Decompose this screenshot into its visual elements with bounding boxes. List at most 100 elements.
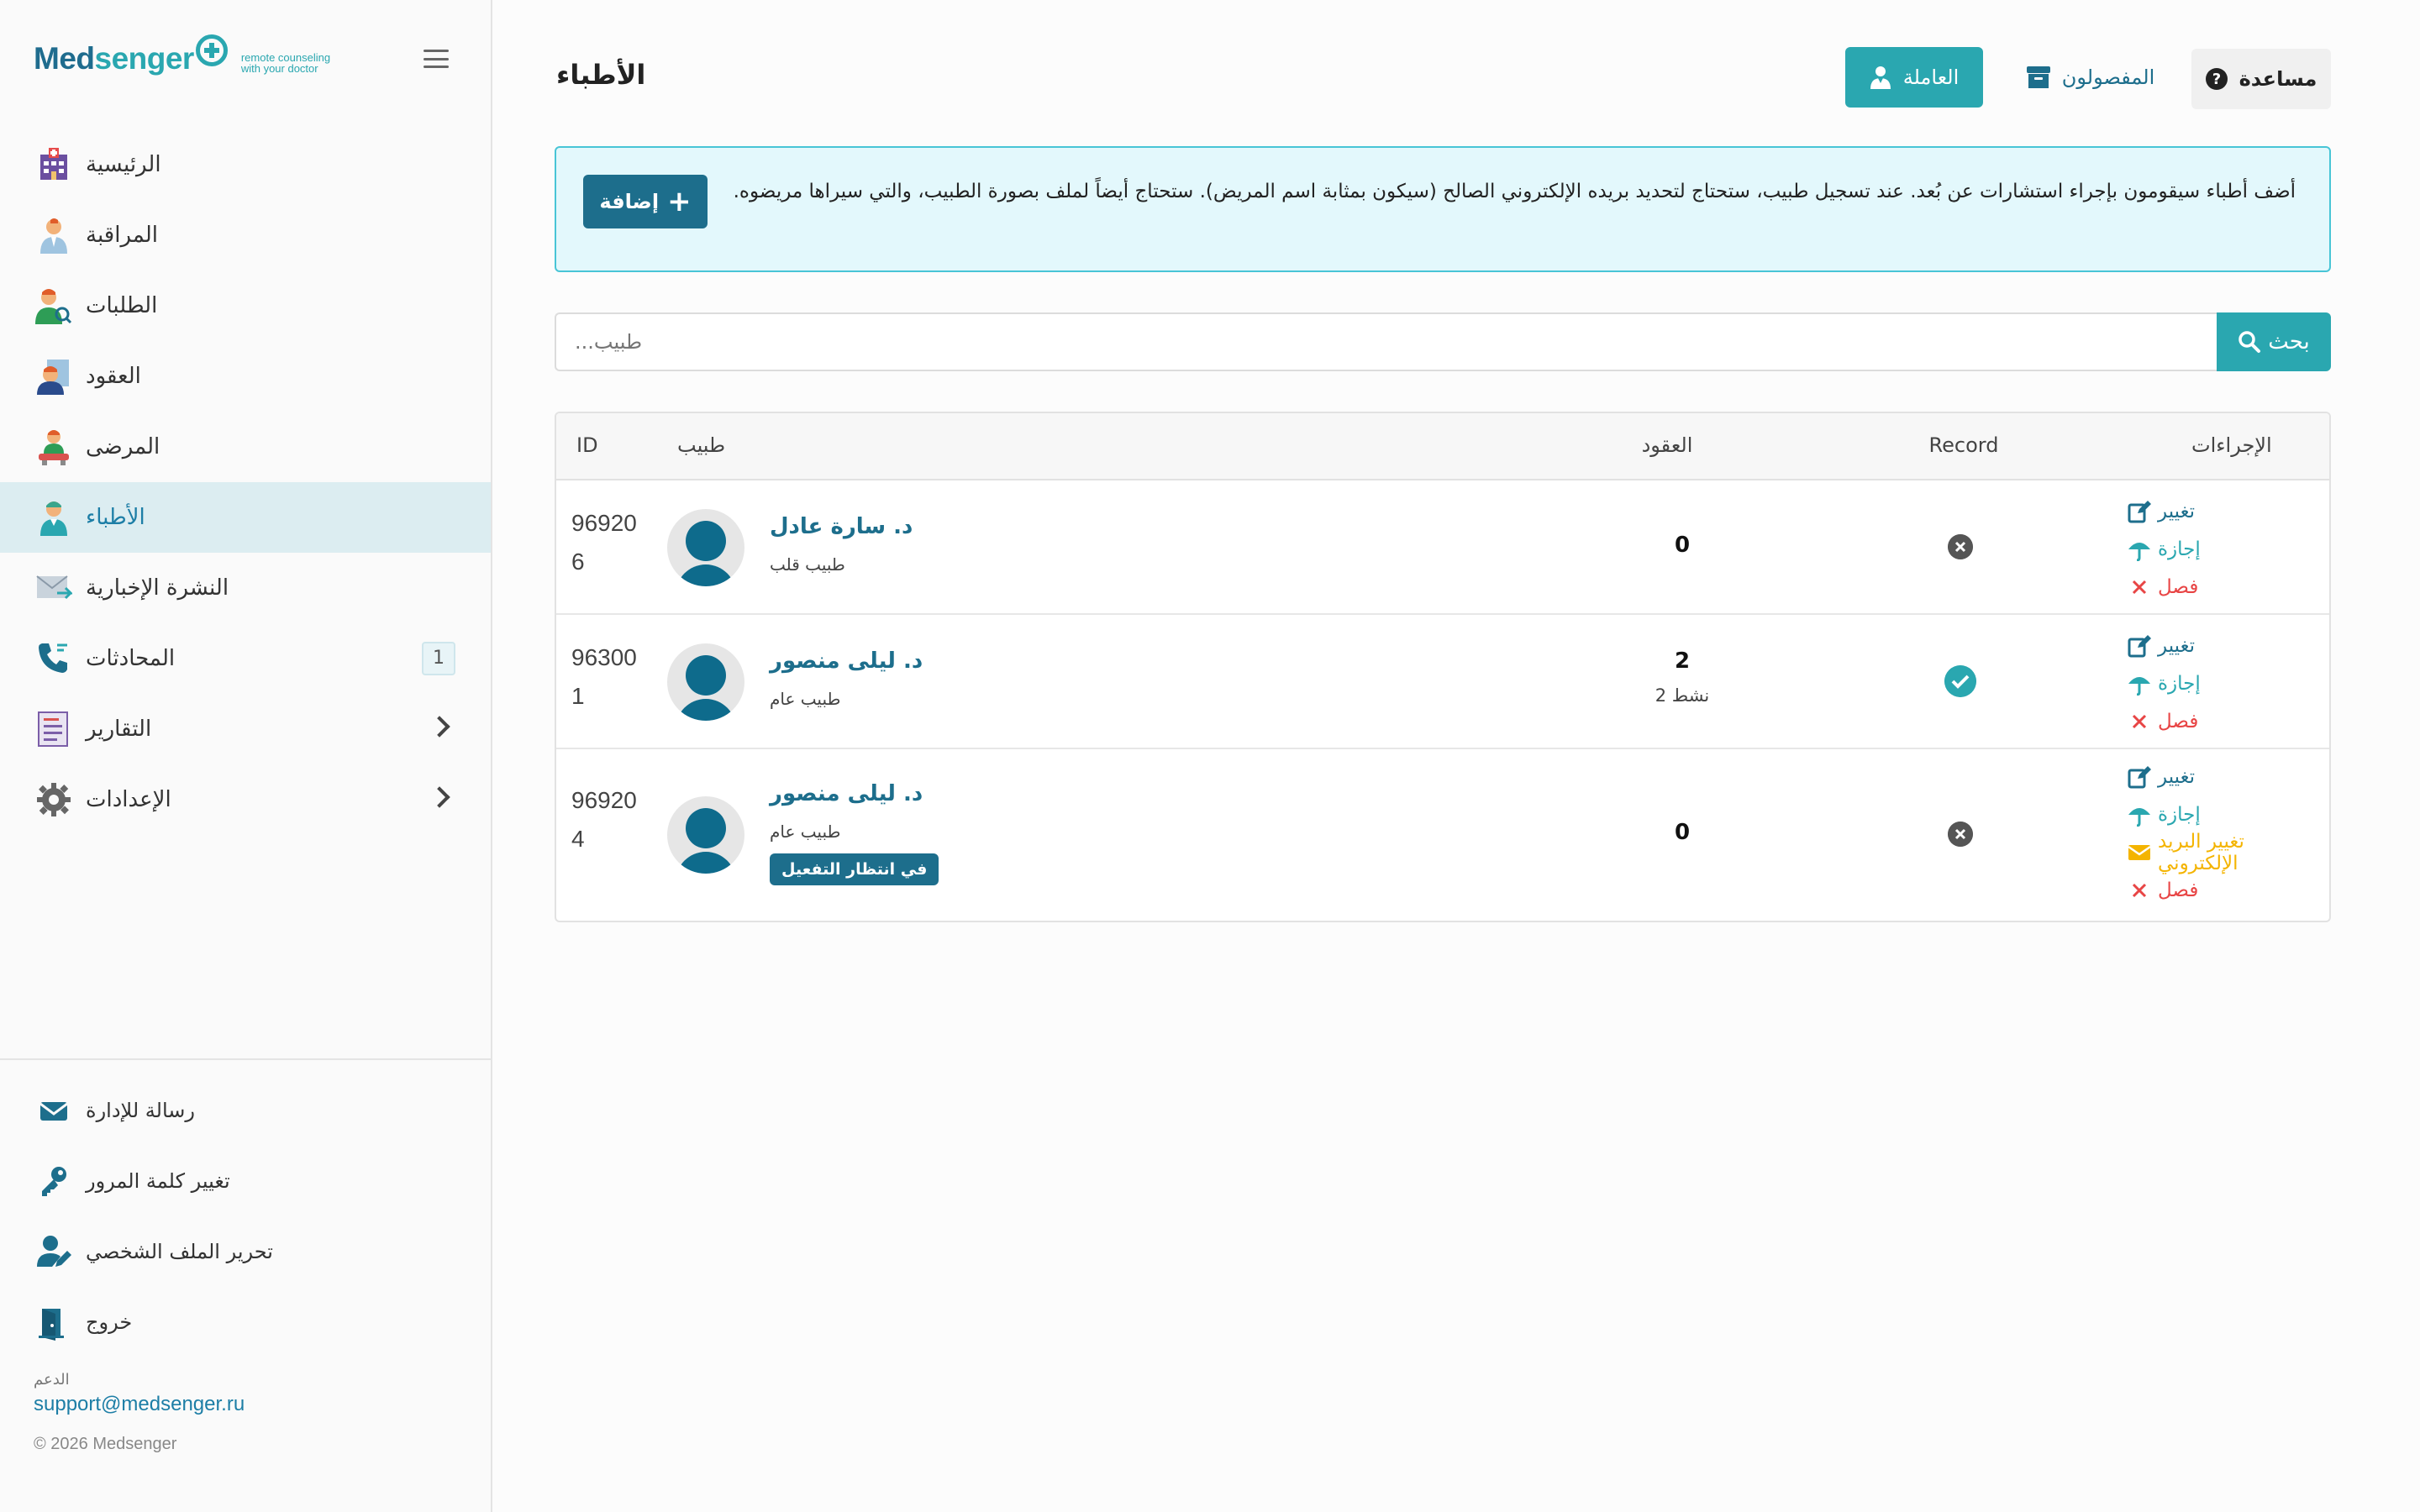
doctor-id-part: 6	[571, 549, 585, 575]
sidebar-item-change-password[interactable]: تغيير كلمة المرور	[0, 1146, 491, 1216]
add-doctor-label: إضافة	[599, 190, 660, 213]
fire-doctor-link[interactable]: فصل	[2128, 702, 2201, 740]
sidebar-item-patients[interactable]: المرضى	[0, 412, 491, 482]
change-email-link[interactable]: تغيير البريد الإلكتروني	[2128, 830, 2329, 874]
sidebar-item-label: التقارير	[86, 717, 152, 742]
sidebar-item-label: النشرة الإخبارية	[86, 575, 229, 601]
doctor-id: 96920 4	[571, 781, 637, 858]
search-icon	[2238, 331, 2261, 353]
add-doctor-button[interactable]: إضافة +	[583, 175, 708, 228]
doctors-icon	[40, 501, 67, 536]
sidebar-item-label: الطلبات	[86, 293, 158, 318]
sidebar-item-label: رسالة للإدارة	[86, 1099, 195, 1122]
sidebar-bottom-nav: رسالة للإدارة تغيير كلمة المرور تحرير ال…	[0, 1075, 491, 1357]
umbrella-icon	[2128, 676, 2150, 696]
support-email-link[interactable]: support@medsenger.ru	[34, 1393, 245, 1416]
chevron-right-icon[interactable]	[429, 716, 450, 738]
edit-label: تغيير	[2158, 634, 2196, 657]
help-button[interactable]: ? مساعدة	[2191, 49, 2331, 109]
doctor-id: 96920 6	[571, 504, 637, 581]
doctor-name-link[interactable]: د. ليلى منصور	[770, 648, 923, 674]
question-circle-icon: ?	[2205, 68, 2228, 90]
edit-label: تغيير	[2158, 500, 2196, 522]
sidebar-item-label: الرئيسية	[86, 152, 161, 177]
sidebar-item-requests[interactable]: الطلبات	[0, 270, 491, 341]
doctor-specialty: طبيب قلب	[770, 554, 845, 575]
col-id[interactable]: ID	[576, 433, 598, 457]
vacation-link[interactable]: إجازة	[2128, 664, 2201, 702]
sidebar-item-logout[interactable]: خروج	[0, 1287, 491, 1357]
archive-box-icon	[2026, 66, 2050, 88]
doctor-id-part: 1	[571, 683, 585, 709]
umbrella-icon	[2128, 542, 2150, 561]
doctor-specialty: طبيب عام	[770, 822, 841, 842]
logo-wordmark: Medsenger	[34, 41, 194, 76]
chevron-right-icon[interactable]	[429, 786, 450, 808]
medsenger-logo[interactable]: Medsenger remote counseling with your doc…	[34, 34, 330, 84]
user-edit-icon	[37, 1236, 71, 1267]
row-actions: تغيير إجازة فصل	[2128, 627, 2201, 740]
table-row: 96920 6 د. سارة عادل طبيب قلب 0 تغيير إجا…	[556, 480, 2329, 615]
doctor-id-part: 96920	[571, 787, 637, 813]
monitoring-doctor-icon	[40, 218, 67, 254]
doctor-id-part: 96920	[571, 510, 637, 536]
sidebar-item-contracts[interactable]: العقود	[0, 341, 491, 412]
search-button[interactable]: بحث	[2217, 312, 2331, 371]
record-yes-check-icon	[1944, 665, 1976, 697]
edit-doctor-link[interactable]: تغيير	[2128, 758, 2329, 795]
sidebar-item-monitoring[interactable]: المراقبة	[0, 200, 491, 270]
edit-icon	[2128, 765, 2151, 788]
table-row: 96300 1 د. ليلى منصور طبيب عام 2 نشط 2 تغ…	[556, 615, 2329, 749]
avatar	[667, 796, 744, 874]
doctor-search-input[interactable]	[555, 312, 2217, 371]
sidebar: Medsenger remote counseling with your doc…	[0, 0, 492, 1512]
sidebar-nav: الرئيسية المراقبة الطلبات العقود المرضى …	[0, 129, 491, 835]
help-label: مساعدة	[2238, 67, 2317, 91]
doctor-id-part: 96300	[571, 644, 637, 670]
col-doctor[interactable]: طبيب	[677, 433, 725, 457]
change-email-label: تغيير البريد الإلكتروني	[2158, 830, 2244, 874]
doctor-name-link[interactable]: د. ليلى منصور	[770, 781, 923, 806]
fire-doctor-link[interactable]: فصل	[2128, 568, 2201, 606]
fire-doctor-link[interactable]: فصل	[2128, 871, 2329, 909]
edit-label: تغيير	[2158, 765, 2196, 788]
logout-door-icon	[39, 1309, 64, 1341]
settings-icon	[37, 783, 71, 816]
fire-label: فصل	[2158, 710, 2199, 732]
edit-doctor-link[interactable]: تغيير	[2128, 627, 2201, 664]
doctor-id-part: 4	[571, 826, 585, 852]
patients-icon	[39, 430, 69, 465]
hamburger-menu-icon[interactable]	[424, 47, 449, 71]
doctors-table: ID طبيب العقود Record الإجراءات 96920 6 د…	[555, 412, 2331, 922]
logo-word-b: senger	[94, 41, 195, 76]
edit-doctor-link[interactable]: تغيير	[2128, 492, 2201, 530]
pending-activation-badge: في انتظار التفعيل	[770, 853, 939, 885]
hospital-icon	[40, 148, 67, 180]
sidebar-item-doctors[interactable]: الأطباء	[0, 482, 491, 553]
support-label: الدعم	[34, 1371, 70, 1389]
col-contracts[interactable]: العقود	[1617, 433, 1718, 457]
contracts-count: 0	[1674, 533, 1691, 558]
contracts-icon	[37, 360, 69, 395]
vacation-link[interactable]: إجازة	[2128, 530, 2201, 568]
doctor-user-icon	[1870, 66, 1891, 89]
sidebar-item-reports[interactable]: التقارير	[0, 694, 491, 764]
sidebar-item-edit-profile[interactable]: تحرير الملف الشخصي	[0, 1216, 491, 1287]
sidebar-item-settings[interactable]: الإعدادات	[0, 764, 491, 835]
alert-text: أضف أطباء سيقومون بإجراء استشارات عن بُع…	[733, 181, 2296, 202]
sidebar-item-home[interactable]: الرئيسية	[0, 129, 491, 200]
sidebar-item-chats[interactable]: المحادثات 1	[0, 623, 491, 694]
row-actions: تغيير إجازة فصل	[2128, 492, 2201, 606]
doctor-name-link[interactable]: د. سارة عادل	[770, 514, 913, 539]
sidebar-item-label: تحرير الملف الشخصي	[86, 1240, 273, 1263]
vacation-link[interactable]: إجازة	[2128, 795, 2329, 833]
working-doctors-button[interactable]: العاملة	[1845, 47, 1983, 108]
sidebar-item-newsletter[interactable]: النشرة الإخبارية	[0, 553, 491, 623]
fired-doctors-button[interactable]: المفصولون	[2017, 47, 2165, 108]
key-icon	[42, 1167, 66, 1196]
envelope-icon	[39, 1102, 68, 1121]
sidebar-item-message-admin[interactable]: رسالة للإدارة	[0, 1075, 491, 1146]
col-record[interactable]: Record	[1918, 433, 2010, 457]
sidebar-item-label: خروج	[86, 1310, 133, 1334]
vacation-label: إجازة	[2158, 803, 2201, 826]
